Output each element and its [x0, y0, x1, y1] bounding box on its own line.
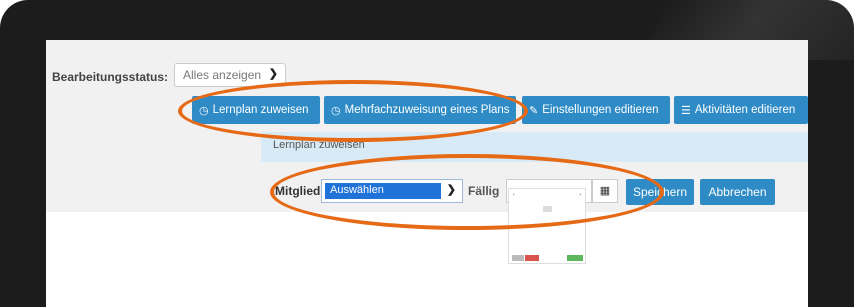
edit-activities-label: Aktivitäten editieren	[694, 104, 796, 116]
highlight-ellipse-bottom	[270, 154, 664, 230]
datepicker-today-button[interactable]	[512, 255, 524, 261]
edit-settings-button[interactable]: ✎ Einstellungen editieren	[522, 96, 670, 124]
status-filter-value: Alles anzeigen	[183, 68, 262, 82]
list-icon: ☰	[681, 104, 691, 117]
cancel-button[interactable]: Abbrechen	[700, 179, 775, 205]
chevron-down-icon: ❯	[268, 68, 278, 80]
highlight-ellipse-top	[178, 80, 528, 142]
edit-settings-label: Einstellungen editieren	[542, 104, 659, 116]
pencil-icon: ✎	[529, 104, 539, 117]
datepicker-clear-button[interactable]	[525, 255, 539, 261]
status-filter-label: Bearbeitungsstatus:	[52, 70, 169, 84]
edit-activities-button[interactable]: ☰ Aktivitäten editieren	[674, 96, 808, 124]
sidebar-area	[46, 132, 261, 212]
datepicker-close-button[interactable]	[567, 255, 583, 261]
